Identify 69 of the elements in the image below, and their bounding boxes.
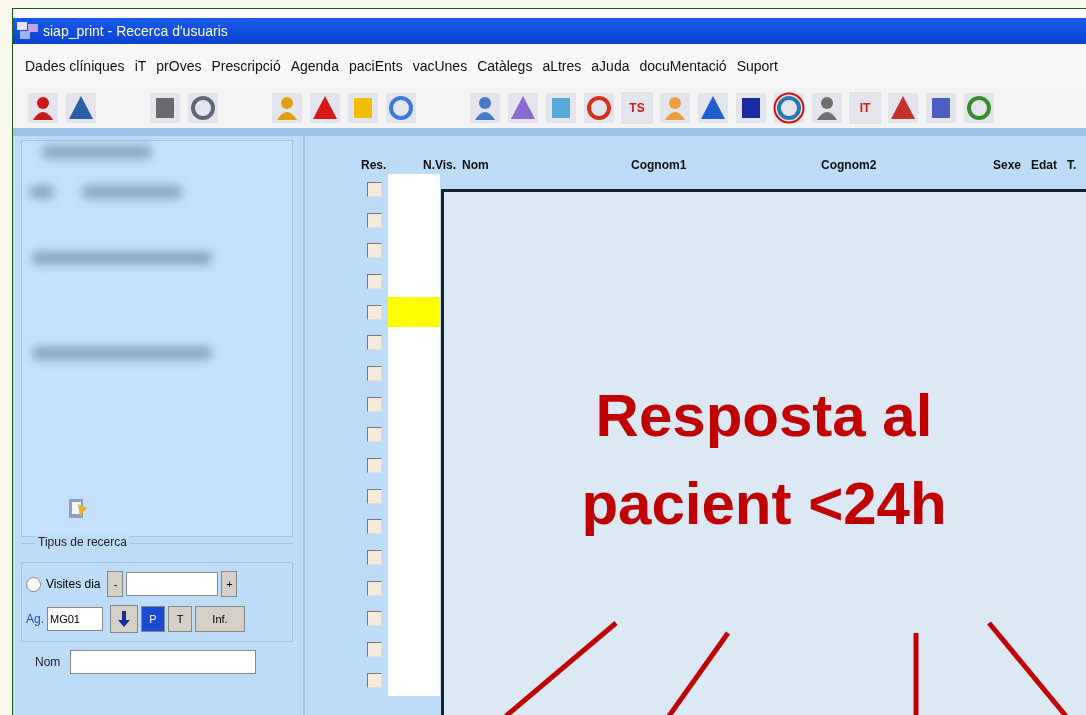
toolbar-icon[interactable] [697,92,729,124]
toolbar-icon[interactable] [773,92,805,124]
menu-item[interactable]: Dades clíniques [25,58,125,74]
menu-item[interactable]: prOves [156,58,202,74]
checkbox[interactable] [367,396,382,412]
menu-item[interactable]: Catàlegs [477,58,533,74]
menu-item[interactable]: Suport [736,58,778,74]
checkbox[interactable] [367,243,382,259]
toolbar-icon[interactable] [187,92,219,124]
menu-item[interactable]: vacUnes [412,58,468,74]
menu-item[interactable]: aLtres [542,58,582,74]
toolbar-icon[interactable] [309,92,341,124]
toolbar-icon[interactable] [65,92,97,124]
menu-item[interactable]: docuMentació [639,58,727,74]
group-title: Tipus de recerca [35,535,130,549]
checkbox[interactable] [367,611,382,627]
checkbox[interactable] [367,672,382,688]
checkbox[interactable] [367,181,382,197]
radio-label: Visites dia [46,577,101,591]
toolbar-icon[interactable] [149,92,181,124]
toolbar-icon[interactable] [925,92,957,124]
menu-item[interactable]: iT [134,58,147,74]
checkbox[interactable] [367,519,382,535]
name-field[interactable] [70,650,256,674]
menu-item[interactable]: Agenda [290,58,339,74]
checkbox[interactable] [367,550,382,566]
column-header[interactable]: Cognom2 [821,158,877,172]
toggle-button[interactable]: T [168,606,192,632]
plus-button[interactable]: + [221,571,238,597]
toolbar-icon[interactable] [583,92,615,124]
checkbox[interactable] [367,642,382,658]
toolbar-button[interactable]: TS [621,92,653,124]
column-header[interactable]: Nom [462,158,489,172]
toggle-button[interactable]: P [141,606,165,632]
toolbar-icon[interactable] [811,92,843,124]
checkbox[interactable] [367,212,382,228]
checkbox[interactable] [367,427,382,443]
checkbox[interactable] [367,488,382,504]
toolbar-button[interactable]: IT [849,92,881,124]
checkbox[interactable] [367,580,382,596]
column-header[interactable]: T. [1067,158,1077,172]
window-title: siap_print - Recerca d'usuaris [43,23,228,39]
checkbox[interactable] [367,273,382,289]
menu-item[interactable]: Prescripció [211,58,281,74]
menu-item[interactable]: aJuda [591,58,630,74]
column-header[interactable]: Cognom1 [631,158,687,172]
toolbar-icon[interactable] [27,92,59,124]
radio-button[interactable] [26,576,41,592]
agenda-field[interactable]: MG01 [47,607,103,631]
field-label: Nom [35,655,62,669]
toolbar-icon[interactable] [887,92,919,124]
column-header[interactable]: N.Vis. [423,158,457,172]
column-header[interactable]: Edat [1031,158,1057,172]
callout-text: Resposta al pacient <24h [580,381,948,539]
field-label: Ag. [26,612,44,626]
checkbox[interactable] [367,304,382,320]
checkbox[interactable] [367,335,382,351]
checkbox[interactable] [367,458,382,474]
date-field[interactable] [126,572,219,596]
column-header[interactable]: Res. [361,158,387,172]
minus-button[interactable]: - [107,571,124,597]
menu-item[interactable]: paciEnts [348,58,403,74]
info-button[interactable]: Inf. [195,606,245,632]
blurred-text [30,185,54,199]
app-icon [17,22,39,40]
checkbox[interactable] [367,365,382,381]
column-header[interactable]: Sexe [993,158,1022,172]
toolbar-icon[interactable] [735,92,767,124]
clipboard-icon[interactable] [68,496,88,520]
